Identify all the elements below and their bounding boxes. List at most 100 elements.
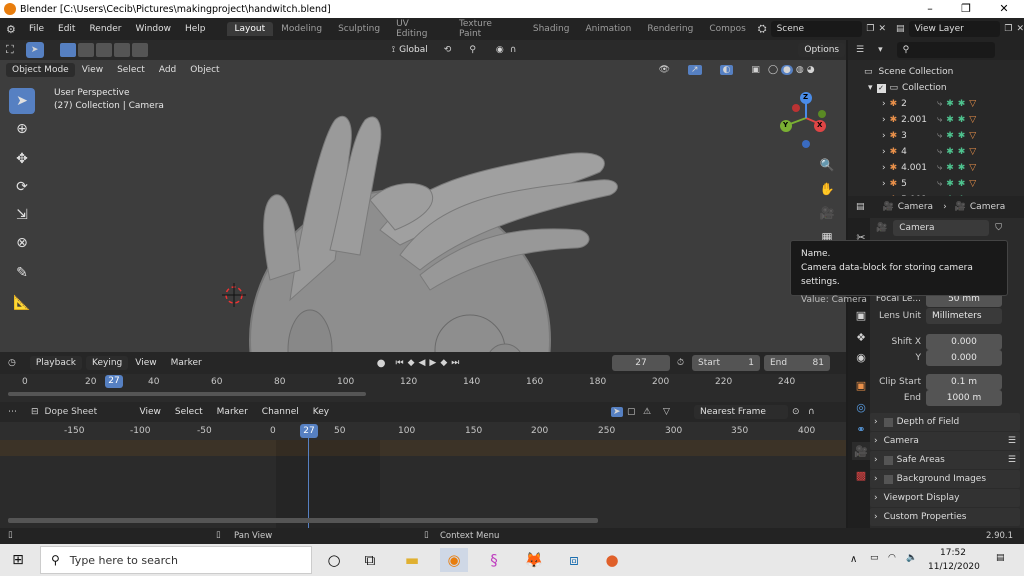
select-intersect-icon[interactable]: [131, 43, 148, 57]
expand-icon[interactable]: ›: [882, 115, 886, 125]
outliner[interactable]: ☰ ▾ ⚲ ▭ Scene Collection ▾ ✓ ▭ Collectio…: [848, 40, 1024, 196]
tab-animation[interactable]: Animation: [577, 22, 639, 36]
dopesheet-frame-indicator[interactable]: 27: [300, 424, 318, 438]
copy-layer-icon[interactable]: ❐: [1004, 24, 1012, 34]
menu-view[interactable]: View: [75, 65, 110, 75]
snap-dropdown[interactable]: Nearest Frame: [694, 405, 788, 419]
move-tool[interactable]: ✥: [9, 146, 35, 172]
bg-images-checkbox[interactable]: [883, 474, 893, 484]
tab-sculpting[interactable]: Sculpting: [330, 22, 388, 36]
app-taskbar-button[interactable]: §: [480, 548, 508, 572]
end-frame-field[interactable]: End 81: [764, 355, 830, 371]
shift-y-field[interactable]: 0.000: [926, 350, 1002, 366]
tab-uv-editing[interactable]: UV Editing: [388, 17, 451, 41]
remove-layer-icon[interactable]: ✕: [1016, 24, 1024, 34]
select-extend-icon[interactable]: [77, 43, 94, 57]
start-frame-field[interactable]: Start 1: [692, 355, 760, 371]
timeline-body[interactable]: 0 20 40 60 80 100 120 140 160 180 200 220 240 27: [0, 374, 846, 402]
outliner-search-field[interactable]: ⚲: [896, 42, 995, 58]
overlay-toggle-icon[interactable]: ◐: [719, 65, 734, 75]
notifications-icon[interactable]: ▤: [996, 553, 1005, 563]
panel-depth-of-field[interactable]: › Depth of Field: [870, 413, 1020, 431]
panel-custom-properties[interactable]: › Custom Properties: [870, 508, 1020, 526]
shading-rendered-icon[interactable]: ◕: [807, 65, 815, 75]
lens-unit-dropdown[interactable]: Millimeters: [926, 308, 1002, 324]
panel-camera[interactable]: › Camera ☰: [870, 432, 1020, 450]
outliner-object-row[interactable]: › ✱ 4 ⤷ ✱ ✱ ▽: [848, 144, 1024, 160]
proportional-edit-icon[interactable]: ◉: [496, 45, 504, 55]
3d-viewport[interactable]: ⛶ ➤ ⟟ Global ⟲ ⚲ ◉ ∩ Options Object Mode…: [0, 40, 846, 352]
outliner-object-row[interactable]: › ✱ 4.001 ⤷ ✱ ✱ ▽: [848, 160, 1024, 176]
scale-tool[interactable]: ⇲: [9, 202, 35, 228]
filter-icon[interactable]: ▽: [663, 407, 670, 417]
tab-shading[interactable]: Shading: [525, 22, 578, 36]
texture-tab[interactable]: ▩: [852, 466, 870, 484]
gizmo-toggle-icon[interactable]: ↗: [688, 65, 702, 75]
dopesheet-key-menu[interactable]: Key: [306, 407, 336, 417]
current-frame-field[interactable]: 27: [612, 355, 670, 371]
visibility-icon[interactable]: 👁: [659, 65, 670, 75]
panel-safe-areas[interactable]: › Safe Areas ☰: [870, 451, 1020, 469]
pan-button[interactable]: ✋: [816, 178, 838, 200]
dopesheet-mode-dropdown[interactable]: Dope Sheet: [45, 407, 133, 417]
prev-key-icon[interactable]: ◆: [408, 358, 415, 368]
task-view-button[interactable]: ⧉: [356, 548, 384, 572]
scene-name-field[interactable]: Scene: [770, 21, 863, 37]
timeline-editor-icon[interactable]: ◷: [8, 358, 16, 368]
shading-material-icon[interactable]: ◍: [796, 65, 804, 75]
only-selected-icon[interactable]: ➤: [611, 407, 623, 417]
record-icon[interactable]: ●: [377, 358, 386, 369]
play-reverse-icon[interactable]: ◀: [419, 358, 426, 368]
select-box-mode-icon[interactable]: [59, 43, 76, 57]
checkbox-icon[interactable]: ✓: [876, 83, 886, 93]
timeline-scrollbar[interactable]: [8, 392, 366, 396]
jump-start-icon[interactable]: ⏮: [395, 358, 403, 368]
shading-solid-icon[interactable]: ●: [781, 65, 793, 75]
camera-view-button[interactable]: 🎥: [816, 202, 838, 224]
firefox-taskbar-button[interactable]: ●: [598, 548, 626, 572]
clock-time[interactable]: 17:52: [940, 548, 966, 558]
view-layer-field[interactable]: View Layer: [908, 21, 1001, 37]
zoom-button[interactable]: 🔍: [816, 154, 838, 176]
menu-help[interactable]: Help: [178, 24, 213, 34]
next-key-icon[interactable]: ◆: [440, 358, 447, 368]
play-icon[interactable]: ▶: [429, 358, 436, 368]
outliner-object-row[interactable]: › ✱ 2.001 ⤷ ✱ ✱ ▽: [848, 112, 1024, 128]
outliner-object-row[interactable]: › ✱ 3 ⤷ ✱ ✱ ▽: [848, 128, 1024, 144]
tab-rendering[interactable]: Rendering: [639, 22, 701, 36]
select-tool[interactable]: ➤: [9, 88, 35, 114]
proportional-icon[interactable]: ⊙: [792, 407, 800, 417]
dopesheet-view-menu[interactable]: View: [133, 407, 168, 417]
select-subtract-icon[interactable]: [95, 43, 112, 57]
outliner-object-row[interactable]: › ✱ 2 ⤷ ✱ ✱ ▽: [848, 96, 1024, 112]
clock-date[interactable]: 11/12/2020: [928, 562, 980, 572]
file-explorer-button[interactable]: ▬: [398, 548, 426, 572]
clip-start-field[interactable]: 0.1 m: [926, 374, 1002, 390]
menu-edit[interactable]: Edit: [51, 24, 82, 34]
network-icon[interactable]: ▭: [870, 553, 879, 563]
pivot-icon[interactable]: ⟲: [444, 45, 452, 55]
expand-icon[interactable]: ›: [882, 147, 886, 157]
scene-icon[interactable]: ⛭: [758, 22, 767, 36]
timeline-frame-indicator[interactable]: 27: [105, 375, 123, 388]
panel-viewport-display[interactable]: › Viewport Display: [870, 489, 1020, 507]
dopesheet-scrollbar[interactable]: [8, 518, 598, 523]
mode-dropdown[interactable]: Object Mode: [6, 63, 75, 77]
falloff-curve-icon[interactable]: ∩: [808, 407, 815, 417]
transform-tool[interactable]: ⊗: [9, 230, 35, 256]
taskbar-search-box[interactable]: ⚲ Type here to search: [40, 546, 312, 574]
presets-icon[interactable]: ☰: [1008, 455, 1016, 465]
outliner-object-row[interactable]: › ✱ 5 ⤷ ✱ ✱ ▽: [848, 176, 1024, 192]
editor-type-icon[interactable]: ⚙: [0, 23, 22, 36]
options-dropdown[interactable]: Options: [798, 43, 846, 57]
bracket-app-button[interactable]: ⧈: [560, 548, 588, 572]
menu-add[interactable]: Add: [152, 65, 183, 75]
collection-row[interactable]: ▾ ✓ ▭ Collection: [848, 80, 1024, 96]
outliner-editor-icon[interactable]: ☰: [856, 45, 864, 55]
select-invert-icon[interactable]: [113, 43, 130, 57]
timeline-view-menu[interactable]: View: [128, 358, 163, 368]
presets-icon[interactable]: ☰: [1008, 436, 1016, 446]
dof-checkbox[interactable]: [883, 417, 893, 427]
tray-chevron-icon[interactable]: ∧: [850, 554, 857, 565]
select-tool-icon[interactable]: ➤: [25, 42, 44, 58]
